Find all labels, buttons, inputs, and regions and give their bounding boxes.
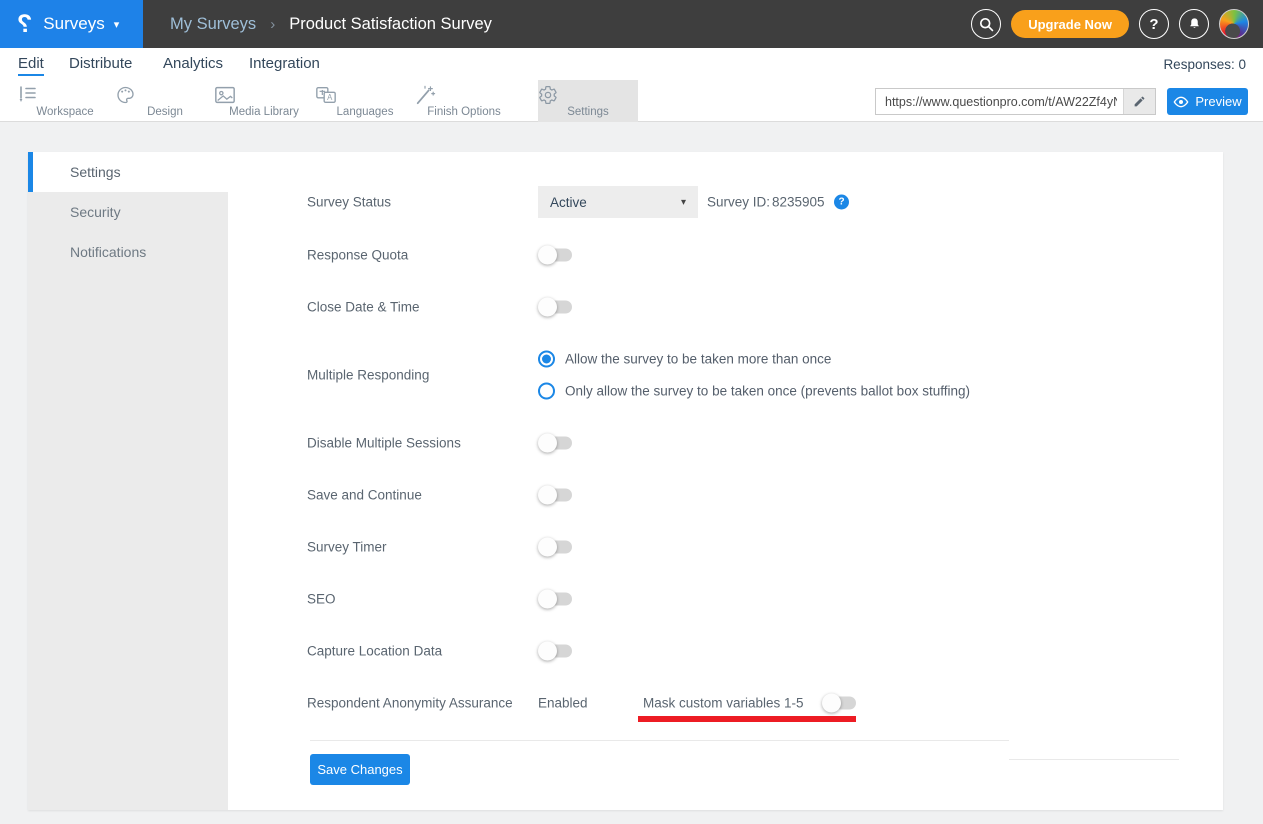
response-quota-label: Response Quota (307, 248, 408, 263)
red-highlight-underline (638, 716, 856, 722)
workspace-icon (15, 85, 115, 105)
survey-url-input[interactable] (876, 89, 1123, 114)
page-title: Product Satisfaction Survey (289, 15, 492, 34)
capture-location-data-label: Capture Location Data (307, 644, 442, 659)
survey-status-dropdown[interactable]: Active ▾ (538, 186, 698, 218)
search-button[interactable] (971, 9, 1001, 39)
svg-text:A: A (327, 93, 333, 102)
radio-allow-once[interactable]: Only allow the survey to be taken once (… (538, 383, 970, 400)
mask-custom-variables-toggle[interactable] (822, 697, 858, 710)
multiple-responding-label: Multiple Responding (307, 368, 429, 383)
bell-icon (1187, 16, 1202, 32)
save-and-continue-label: Save and Continue (307, 488, 422, 503)
breadcrumb-my-surveys-link[interactable]: My Surveys (170, 15, 256, 34)
close-date-time-toggle[interactable] (538, 301, 574, 314)
sidebar-item-settings[interactable]: Settings (28, 152, 228, 192)
radio-allow-multiple[interactable]: Allow the survey to be taken more than o… (538, 351, 831, 368)
survey-id-value: 8235905 (772, 195, 825, 210)
settings-panel: Settings Security Notifications Survey S… (28, 152, 1223, 810)
pencil-icon (1133, 95, 1146, 108)
respondent-anonymity-label: Respondent Anonymity Assurance (307, 696, 513, 711)
footer-divider-segment (1009, 759, 1179, 760)
survey-status-label: Survey Status (307, 195, 391, 210)
question-mark-icon: ? (1149, 16, 1158, 33)
survey-id-label: Survey ID: (707, 195, 770, 210)
responses-count: Responses: 0 (1163, 57, 1246, 72)
radio-selected-icon (538, 351, 555, 368)
help-button[interactable]: ? (1139, 9, 1169, 39)
user-avatar[interactable] (1219, 9, 1249, 39)
chevron-down-icon: ▾ (681, 197, 686, 208)
eye-icon (1173, 96, 1189, 108)
header-actions: Upgrade Now ? (971, 0, 1249, 48)
top-header: ? Surveys ▾ My Surveys › Product Satisfa… (0, 0, 1263, 48)
tab-edit[interactable]: Edit (18, 55, 44, 76)
toolbar-item-settings[interactable]: Settings (538, 80, 638, 122)
disable-multiple-sessions-label: Disable Multiple Sessions (307, 436, 461, 451)
chevron-down-icon: ▾ (114, 18, 120, 31)
disable-multiple-sessions-toggle[interactable] (538, 437, 574, 450)
toolbar-item-languages[interactable]: A Languages (315, 80, 415, 122)
survey-timer-toggle[interactable] (538, 541, 574, 554)
gear-icon (538, 85, 638, 105)
survey-timer-label: Survey Timer (307, 540, 387, 555)
toolbar-item-design[interactable]: Design (115, 80, 215, 122)
seo-label: SEO (307, 592, 336, 607)
survey-url-field (875, 88, 1156, 115)
tab-distribute[interactable]: Distribute (69, 55, 132, 72)
radio-unselected-icon (538, 383, 555, 400)
preview-button[interactable]: Preview (1167, 88, 1248, 115)
upgrade-now-button[interactable]: Upgrade Now (1011, 10, 1129, 38)
palette-icon (115, 85, 215, 105)
edit-url-button[interactable] (1123, 89, 1155, 114)
capture-location-data-toggle[interactable] (538, 645, 574, 658)
response-quota-toggle[interactable] (538, 249, 574, 262)
toolbar-item-workspace[interactable]: Workspace (15, 80, 115, 122)
app-switcher-button[interactable]: ? Surveys ▾ (0, 0, 143, 48)
settings-sidebar: Settings Security Notifications (28, 152, 228, 810)
sidebar-item-security[interactable]: Security (28, 192, 228, 232)
save-changes-button[interactable]: Save Changes (310, 754, 410, 785)
survey-id-help-icon[interactable]: ? (834, 195, 849, 210)
mask-custom-variables-label: Mask custom variables 1-5 (643, 696, 804, 711)
anonymity-status-text: Enabled (538, 696, 588, 711)
edit-toolbar: Workspace Design Media Library A Languag… (0, 80, 1263, 122)
survey-status-value: Active (550, 195, 681, 210)
image-icon (214, 85, 314, 105)
tab-integration[interactable]: Integration (249, 55, 320, 72)
seo-toggle[interactable] (538, 593, 574, 606)
tab-analytics[interactable]: Analytics (163, 55, 223, 72)
search-icon (978, 16, 995, 33)
footer-divider (310, 740, 1009, 741)
sidebar-item-notifications[interactable]: Notifications (28, 232, 228, 272)
section-nav: Edit Distribute Analytics Integration Re… (0, 48, 1263, 80)
translate-icon: A (315, 85, 415, 105)
questionpro-logo-icon: ? (17, 12, 32, 37)
breadcrumb: My Surveys › Product Satisfaction Survey (170, 0, 492, 48)
notifications-button[interactable] (1179, 9, 1209, 39)
close-date-time-label: Close Date & Time (307, 300, 420, 315)
toolbar-item-media-library[interactable]: Media Library (214, 80, 314, 122)
app-switcher-label: Surveys (43, 14, 104, 34)
save-and-continue-toggle[interactable] (538, 489, 574, 502)
magic-wand-icon (414, 85, 514, 105)
breadcrumb-separator: › (270, 16, 275, 33)
toolbar-item-finish-options[interactable]: Finish Options (414, 80, 514, 122)
